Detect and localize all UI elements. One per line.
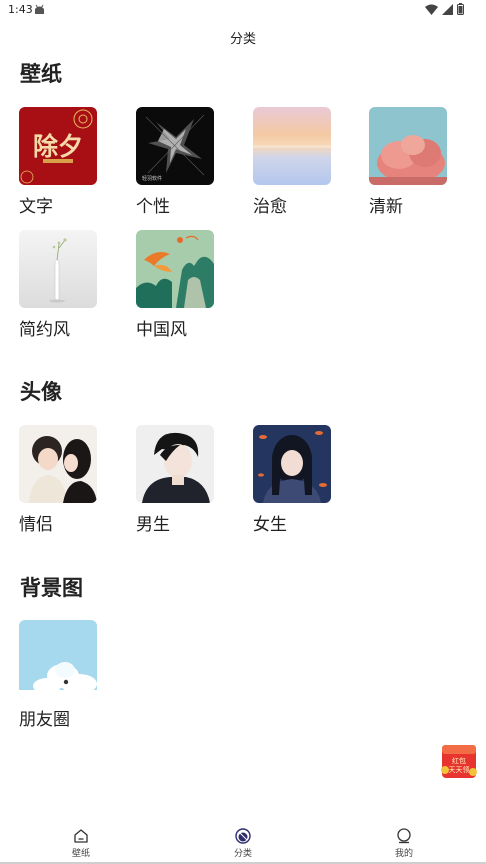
- category-thumb-boy[interactable]: [136, 425, 214, 503]
- category-thumb-minimal[interactable]: [19, 230, 97, 308]
- section-title-background: 背景图: [20, 576, 83, 600]
- category-thumb-fresh[interactable]: [369, 107, 447, 185]
- category-item-moments[interactable]: 朋友圈: [19, 620, 99, 730]
- category-item-minimal[interactable]: 简约风: [19, 230, 99, 340]
- category-icon: [235, 828, 251, 844]
- status-icons: [425, 3, 464, 15]
- category-item-personality[interactable]: 轻羽软件 个性: [136, 107, 216, 217]
- thumb-text-chuxi: 除夕: [33, 132, 83, 161]
- category-item-boy[interactable]: 男生: [136, 425, 216, 535]
- category-thumb-healing[interactable]: [253, 107, 331, 185]
- category-thumb-moments[interactable]: [19, 620, 97, 698]
- ad-text-top: 红包: [452, 756, 466, 765]
- page-title: 分类: [229, 32, 256, 47]
- category-label: 清新: [369, 197, 403, 217]
- nav-label-profile: 我的: [394, 849, 413, 859]
- category-item-girl[interactable]: 女生: [253, 425, 333, 535]
- category-label: 简约风: [19, 320, 70, 340]
- profile-icon: [397, 828, 411, 844]
- section-title-avatar: 头像: [20, 380, 62, 404]
- category-item-chinese-style[interactable]: 中国风: [136, 230, 216, 340]
- category-thumb-chinese-style[interactable]: [136, 230, 214, 308]
- category-label: 男生: [136, 515, 170, 535]
- category-label: 中国风: [136, 320, 187, 340]
- nav-tab-profile[interactable]: 我的: [374, 828, 434, 859]
- signal-icon: [442, 3, 453, 15]
- category-thumb-couple[interactable]: [19, 425, 97, 503]
- nav-tab-category[interactable]: 分类: [213, 828, 273, 859]
- section-title-wallpaper: 壁纸: [20, 62, 62, 86]
- nav-tab-wallpaper[interactable]: 壁纸: [51, 828, 111, 859]
- category-label: 女生: [253, 515, 287, 535]
- category-thumb-personality[interactable]: 轻羽软件: [136, 107, 214, 185]
- floating-red-packet-ad[interactable]: 红包 天天领: [440, 742, 478, 780]
- nav-label-wallpaper: 壁纸: [71, 849, 90, 859]
- home-icon: [74, 829, 88, 843]
- android-debug-icon: [35, 4, 44, 14]
- category-item-text[interactable]: 除夕 文字: [19, 107, 99, 217]
- ad-text-bottom: 天天领: [449, 765, 470, 774]
- category-item-fresh[interactable]: 清新: [369, 107, 449, 217]
- category-thumb-girl[interactable]: [253, 425, 331, 503]
- category-item-couple[interactable]: 情侣: [19, 425, 99, 535]
- thumb-text-brand: 轻羽软件: [142, 175, 162, 182]
- battery-icon: [457, 3, 464, 15]
- category-item-healing[interactable]: 治愈: [253, 107, 333, 217]
- category-label: 治愈: [253, 197, 287, 217]
- status-bar: 1:43: [0, 0, 486, 20]
- category-label: 个性: [136, 197, 170, 217]
- wifi-icon: [425, 4, 438, 15]
- category-label: 文字: [19, 197, 53, 217]
- status-time: 1:43: [8, 3, 33, 16]
- category-thumb-text[interactable]: 除夕: [19, 107, 97, 185]
- nav-label-category: 分类: [233, 849, 252, 859]
- category-label: 情侣: [19, 515, 53, 535]
- category-label: 朋友圈: [19, 710, 70, 730]
- bottom-navigation: 壁纸 分类 我的: [0, 820, 486, 864]
